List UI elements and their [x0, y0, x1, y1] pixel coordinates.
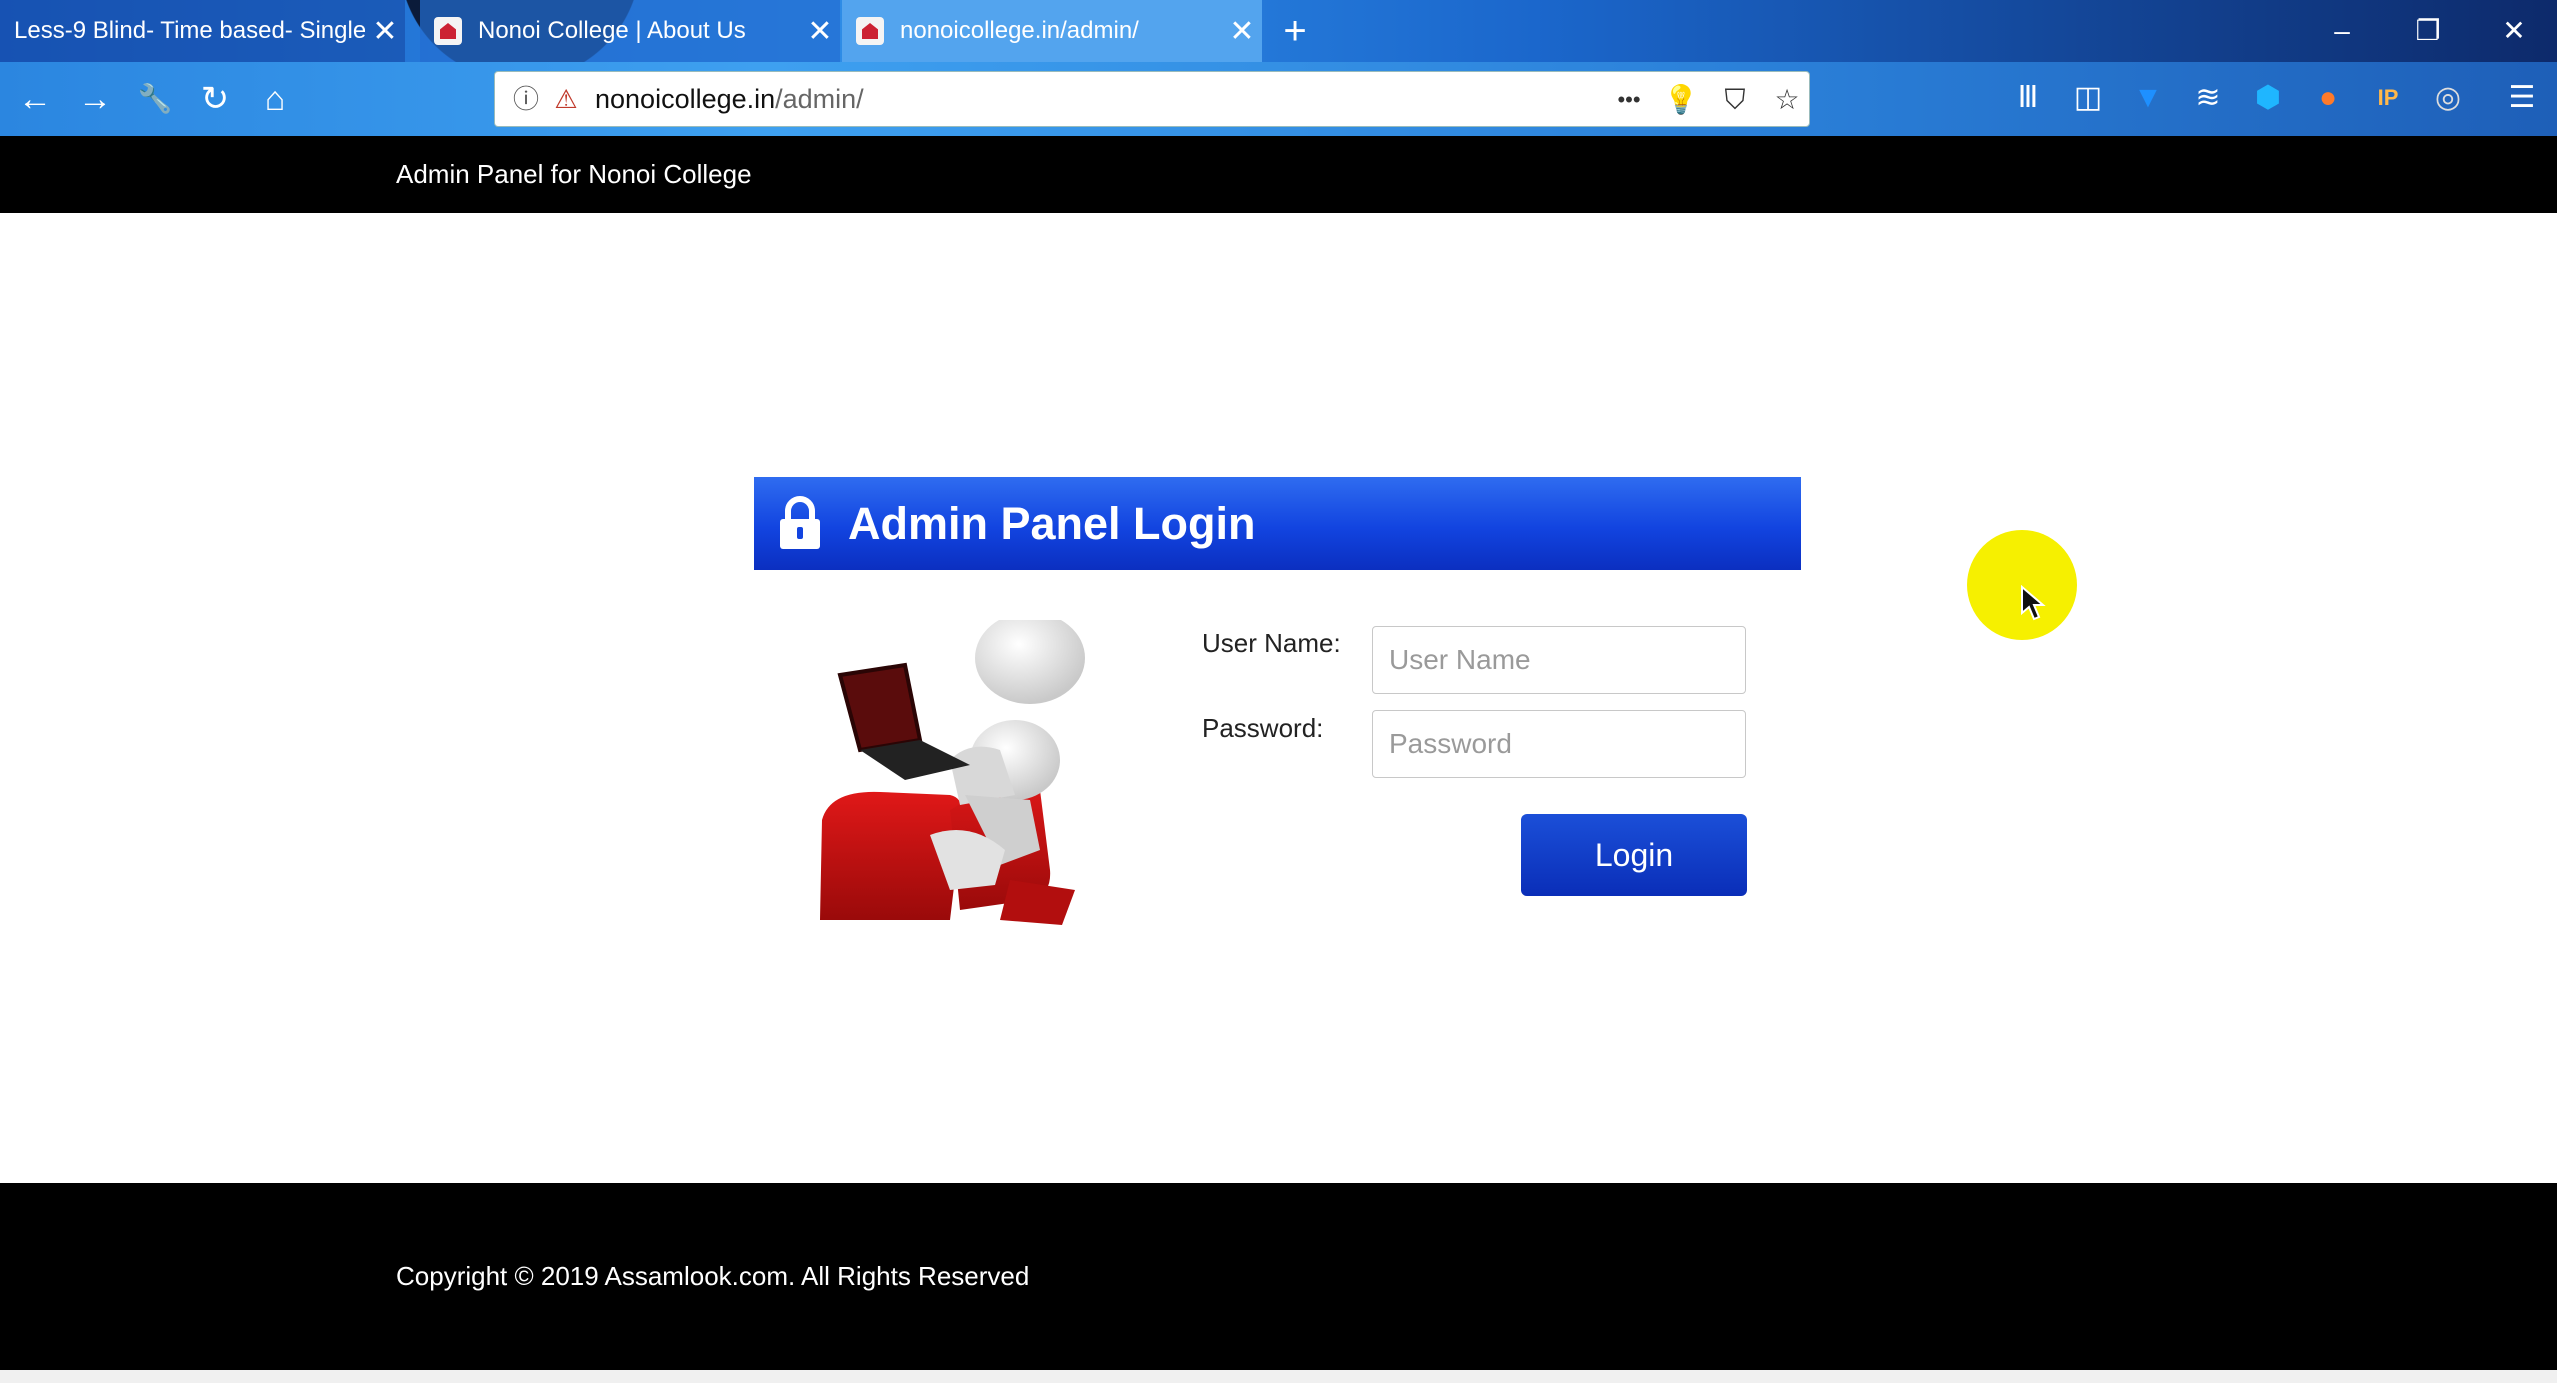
college-favicon-icon [856, 17, 884, 45]
login-panel-header: Admin Panel Login [754, 477, 1801, 570]
site-footer: Copyright © 2019 Assamlook.com. All Righ… [0, 1183, 2557, 1370]
pin-icon[interactable]: ▼ [2126, 76, 2170, 120]
url-text[interactable]: nonoicollege.in/admin/ [595, 72, 864, 126]
back-button[interactable]: ← [10, 74, 60, 124]
insecure-connection-icon[interactable]: ⚠ [549, 82, 583, 116]
library-icon[interactable]: Ⅲ [2006, 76, 2050, 120]
ip-extension-icon[interactable]: IP [2366, 76, 2410, 120]
browser-tab-bar: Less-9 Blind- Time based- Single ✕ Nonoi… [0, 0, 2557, 62]
minimize-button[interactable]: – [2312, 8, 2372, 54]
tab-admin-active[interactable]: nonoicollege.in/admin/ ✕ [842, 0, 1262, 62]
stack-icon[interactable]: ≋ [2186, 76, 2230, 120]
bookmark-star-icon[interactable]: ☆ [1769, 82, 1805, 118]
hex-extension-icon[interactable]: ⬢ [2246, 76, 2290, 120]
mouse-pointer-icon [2021, 585, 2046, 621]
url-domain: nonoicollege.in [595, 84, 776, 114]
tab-close-icon[interactable]: ✕ [1222, 14, 1262, 49]
new-tab-button[interactable]: + [1272, 8, 1318, 54]
tab-title: Less-9 Blind- Time based- Single [14, 17, 365, 44]
url-bar[interactable]: ⓘ ⚠ nonoicollege.in/admin/ ••• 💡 ⛉ ☆ [494, 71, 1810, 127]
bulb-icon[interactable]: 💡 [1663, 82, 1699, 118]
ball-extension-icon[interactable]: ● [2306, 76, 2350, 120]
tab-close-icon[interactable]: ✕ [365, 14, 405, 49]
site-header-title: Admin Panel for Nonoi College [396, 159, 752, 189]
college-favicon-icon [434, 17, 462, 45]
menu-icon[interactable]: ☰ [2500, 76, 2544, 120]
lock-icon [780, 496, 820, 549]
globe-extension-icon[interactable]: ◎ [2426, 76, 2470, 120]
password-label: Password: [1202, 713, 1324, 743]
username-label: User Name: [1202, 628, 1341, 658]
pocket-icon[interactable]: ⛉ [1717, 82, 1753, 118]
tab-nonoi-about[interactable]: Nonoi College | About Us ✕ [420, 0, 840, 62]
tab-title: nonoicollege.in/admin/ [900, 17, 1139, 44]
tools-icon[interactable]: 🔧 [130, 74, 180, 124]
page-actions-icon[interactable]: ••• [1611, 82, 1647, 118]
username-input[interactable] [1372, 626, 1746, 694]
copyright-text: Copyright © 2019 Assamlook.com. All Righ… [396, 1261, 1030, 1291]
password-input[interactable] [1372, 710, 1746, 778]
reload-button[interactable]: ↻ [190, 74, 240, 124]
browser-nav-bar: ← → 🔧 ↻ ⌂ ⓘ ⚠ nonoicollege.in/admin/ •••… [0, 62, 2557, 136]
window-close-button[interactable]: ✕ [2484, 8, 2544, 54]
reader-icon[interactable]: ◫ [2066, 76, 2110, 120]
url-path: /admin/ [775, 84, 864, 114]
login-button[interactable]: Login [1521, 814, 1747, 896]
restore-button[interactable]: ❐ [2398, 8, 2458, 54]
person-at-laptop-illustration [820, 620, 1085, 925]
tab-close-icon[interactable]: ✕ [800, 14, 840, 49]
home-button[interactable]: ⌂ [250, 74, 300, 124]
site-header: Admin Panel for Nonoi College [0, 136, 2557, 213]
login-panel-title: Admin Panel Login [848, 498, 1256, 549]
forward-button[interactable]: → [70, 74, 120, 124]
tab-title: Nonoi College | About Us [478, 17, 746, 44]
info-icon[interactable]: ⓘ [509, 82, 543, 116]
bottom-strip [0, 1370, 2557, 1383]
tab-less-9[interactable]: Less-9 Blind- Time based- Single ✕ [0, 0, 405, 62]
